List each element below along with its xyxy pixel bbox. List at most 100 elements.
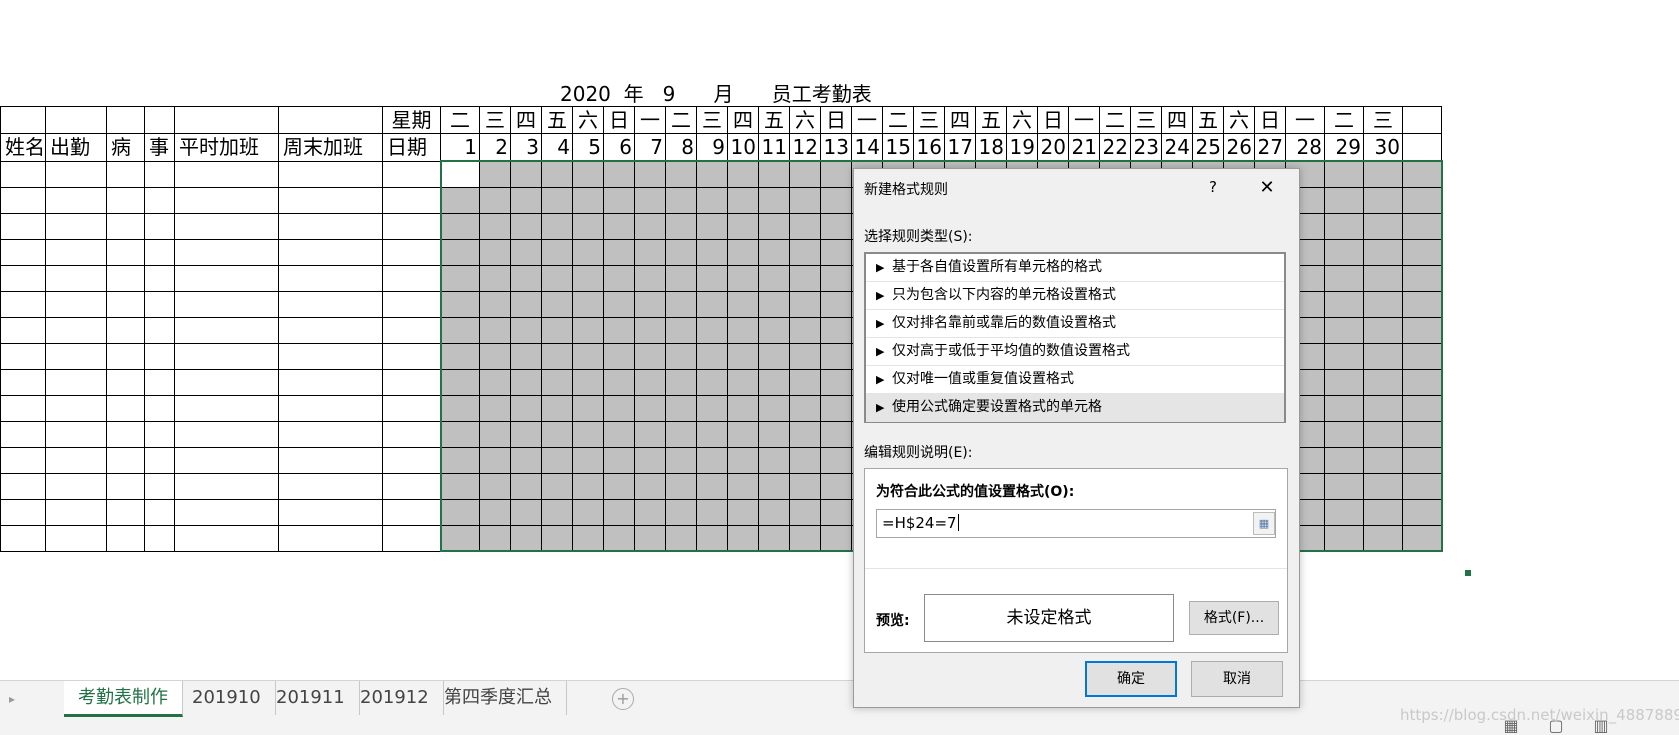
cell[interactable] xyxy=(144,394,175,422)
shaded-cell[interactable] xyxy=(572,498,604,526)
cell[interactable] xyxy=(45,290,107,318)
shaded-cell[interactable] xyxy=(820,368,852,396)
cell[interactable] xyxy=(174,472,279,500)
cell[interactable] xyxy=(45,446,107,474)
cell[interactable] xyxy=(106,186,145,214)
date-cell[interactable]: 3 xyxy=(510,133,542,162)
column-header[interactable]: 平时加班 xyxy=(174,133,279,162)
cell[interactable] xyxy=(174,498,279,526)
cell[interactable] xyxy=(106,342,145,370)
cell[interactable] xyxy=(382,394,441,422)
shaded-cell[interactable] xyxy=(634,524,666,552)
shaded-cell[interactable] xyxy=(665,394,697,422)
shaded-cell[interactable] xyxy=(758,186,790,214)
cell[interactable] xyxy=(45,524,107,552)
cell[interactable] xyxy=(106,212,145,240)
shaded-cell[interactable] xyxy=(1402,290,1443,318)
shaded-cell[interactable] xyxy=(439,524,480,552)
shaded-cell[interactable] xyxy=(727,212,759,240)
shaded-cell[interactable] xyxy=(727,446,759,474)
shaded-cell[interactable] xyxy=(789,394,821,422)
cell[interactable] xyxy=(144,524,175,552)
shaded-cell[interactable] xyxy=(758,342,790,370)
cell[interactable] xyxy=(0,212,46,240)
shaded-cell[interactable] xyxy=(572,316,604,344)
shaded-cell[interactable] xyxy=(1363,394,1403,422)
shaded-cell[interactable] xyxy=(696,472,728,500)
shaded-cell[interactable] xyxy=(541,290,573,318)
date-cell[interactable]: 2 xyxy=(479,133,511,162)
shaded-cell[interactable] xyxy=(510,316,542,344)
cell[interactable] xyxy=(174,446,279,474)
shaded-cell[interactable] xyxy=(603,316,635,344)
shaded-cell[interactable] xyxy=(665,316,697,344)
weekday-cell[interactable]: 二 xyxy=(665,106,697,134)
shaded-cell[interactable] xyxy=(1324,420,1364,448)
shaded-cell[interactable] xyxy=(603,472,635,500)
shaded-cell[interactable] xyxy=(789,290,821,318)
header-cell[interactable] xyxy=(106,106,145,134)
shaded-cell[interactable] xyxy=(541,446,573,474)
cell[interactable] xyxy=(382,446,441,474)
date-cell[interactable]: 23 xyxy=(1130,133,1162,162)
shaded-cell[interactable] xyxy=(1363,368,1403,396)
weekday-cell[interactable]: 一 xyxy=(851,106,883,134)
weekday-cell[interactable]: 日 xyxy=(820,106,852,134)
shaded-cell[interactable] xyxy=(1402,446,1443,474)
weekday-cell[interactable]: 三 xyxy=(1363,106,1403,134)
shaded-cell[interactable] xyxy=(789,498,821,526)
cell[interactable] xyxy=(106,446,145,474)
range-select-icon[interactable]: ▦ xyxy=(1253,512,1275,535)
shaded-cell[interactable] xyxy=(696,264,728,292)
shaded-cell[interactable] xyxy=(727,160,759,188)
cell[interactable] xyxy=(0,498,46,526)
shaded-cell[interactable] xyxy=(1402,472,1443,500)
cell[interactable] xyxy=(45,498,107,526)
header-cell[interactable] xyxy=(45,106,107,134)
date-cell[interactable]: 4 xyxy=(541,133,573,162)
cell[interactable] xyxy=(278,238,383,266)
cell[interactable] xyxy=(382,238,441,266)
cell[interactable] xyxy=(144,264,175,292)
cell[interactable] xyxy=(278,498,383,526)
date-cell[interactable]: 14 xyxy=(851,133,883,162)
cell[interactable] xyxy=(106,524,145,552)
cell[interactable] xyxy=(174,186,279,214)
shaded-cell[interactable] xyxy=(789,342,821,370)
shaded-cell[interactable] xyxy=(1402,238,1443,266)
cell[interactable] xyxy=(144,316,175,344)
shaded-cell[interactable] xyxy=(603,160,635,188)
shaded-cell[interactable] xyxy=(789,212,821,240)
cell[interactable] xyxy=(278,368,383,396)
weekday-cell[interactable]: 二 xyxy=(1324,106,1364,134)
cell[interactable] xyxy=(0,238,46,266)
shaded-cell[interactable] xyxy=(634,498,666,526)
shaded-cell[interactable] xyxy=(603,264,635,292)
cell[interactable] xyxy=(382,264,441,292)
shaded-cell[interactable] xyxy=(510,524,542,552)
shaded-cell[interactable] xyxy=(665,446,697,474)
cell[interactable] xyxy=(382,342,441,370)
shaded-cell[interactable] xyxy=(479,264,511,292)
shaded-cell[interactable] xyxy=(1363,446,1403,474)
shaded-cell[interactable] xyxy=(479,524,511,552)
shaded-cell[interactable] xyxy=(439,446,480,474)
shaded-cell[interactable] xyxy=(789,160,821,188)
shaded-cell[interactable] xyxy=(696,394,728,422)
rule-type-item[interactable]: ▶ 基于各自值设置所有单元格的格式 xyxy=(866,254,1284,282)
shaded-cell[interactable] xyxy=(820,238,852,266)
shaded-cell[interactable] xyxy=(572,368,604,396)
shaded-cell[interactable] xyxy=(572,290,604,318)
shaded-cell[interactable] xyxy=(696,290,728,318)
shaded-cell[interactable] xyxy=(758,524,790,552)
shaded-cell[interactable] xyxy=(1402,342,1443,370)
shaded-cell[interactable] xyxy=(479,472,511,500)
shaded-cell[interactable] xyxy=(603,446,635,474)
shaded-cell[interactable] xyxy=(572,160,604,188)
rule-type-list[interactable]: ▶ 基于各自值设置所有单元格的格式 ▶ 只为包含以下内容的单元格设置格式 ▶ 仅对排名靠前… xyxy=(864,252,1286,423)
shaded-cell[interactable] xyxy=(634,290,666,318)
shaded-cell[interactable] xyxy=(727,186,759,214)
weekday-cell[interactable]: 三 xyxy=(479,106,511,134)
rule-type-item[interactable]: ▶ 仅对高于或低于平均值的数值设置格式 xyxy=(866,338,1284,366)
cell[interactable] xyxy=(382,316,441,344)
